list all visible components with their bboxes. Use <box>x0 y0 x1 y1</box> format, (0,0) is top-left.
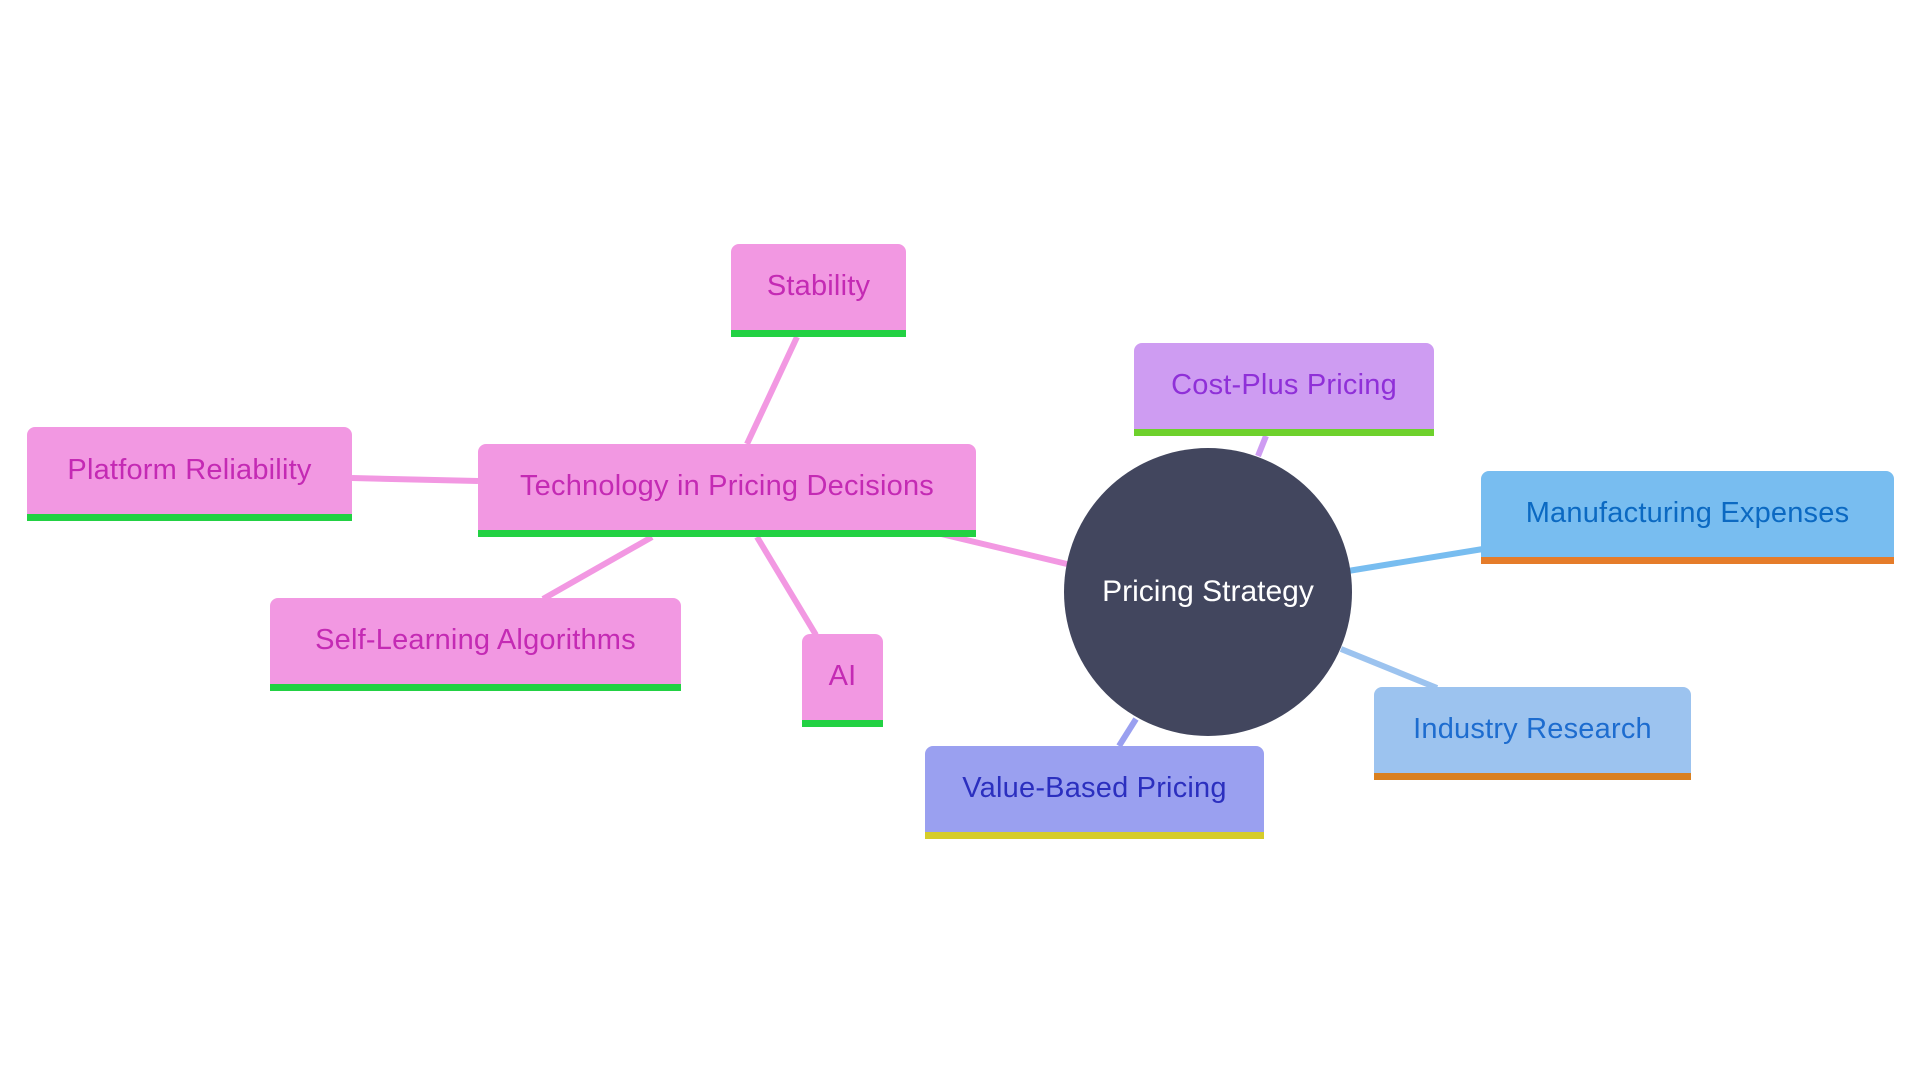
node-label: Platform Reliability <box>67 453 312 486</box>
node-underline <box>802 720 883 727</box>
node-underline <box>925 832 1264 839</box>
edge-tech-platform <box>351 475 479 484</box>
edge-tech-selflearning <box>541 534 654 602</box>
node-cost-plus-pricing[interactable]: Cost-Plus Pricing <box>1134 343 1434 436</box>
edge-root-costplus <box>1255 434 1269 458</box>
node-industry-research[interactable]: Industry Research <box>1374 687 1691 780</box>
node-underline <box>27 514 352 521</box>
edge-root-industry <box>1339 646 1439 691</box>
edge-root-mfg <box>1347 546 1484 574</box>
node-label: Stability <box>766 270 871 302</box>
edge-tech-ai <box>754 535 819 637</box>
node-underline <box>1481 557 1894 564</box>
node-underline <box>1374 773 1691 780</box>
node-platform-reliability[interactable]: Platform Reliability <box>27 427 352 521</box>
node-underline <box>731 330 906 337</box>
node-underline <box>1134 429 1434 436</box>
node-value-based-pricing[interactable]: Value-Based Pricing <box>925 746 1264 839</box>
node-technology-in-pricing-decisions[interactable]: Technology in Pricing Decisions <box>478 444 976 537</box>
node-ai[interactable]: AI <box>802 634 883 727</box>
node-label: AI <box>828 660 857 692</box>
node-stability[interactable]: Stability <box>731 244 906 337</box>
node-underline <box>270 684 681 691</box>
root-node-label: Pricing Strategy <box>1102 575 1314 608</box>
edge-tech-stability <box>744 335 800 446</box>
edge-root-valuebased <box>1116 717 1139 748</box>
node-self-learning-algorithms[interactable]: Self-Learning Algorithms <box>270 598 681 691</box>
node-label: Industry Research <box>1413 713 1652 745</box>
node-label: Cost-Plus Pricing <box>1171 369 1397 401</box>
edge-root-tech <box>936 530 1068 567</box>
node-label: Self-Learning Algorithms <box>315 624 636 656</box>
node-label: Technology in Pricing Decisions <box>519 470 934 502</box>
root-node-pricing-strategy[interactable]: Pricing Strategy <box>1064 448 1352 736</box>
node-label: Manufacturing Expenses <box>1525 497 1850 529</box>
node-label: Value-Based Pricing <box>962 772 1227 804</box>
node-manufacturing-expenses[interactable]: Manufacturing Expenses <box>1481 471 1894 564</box>
node-underline <box>478 530 976 537</box>
